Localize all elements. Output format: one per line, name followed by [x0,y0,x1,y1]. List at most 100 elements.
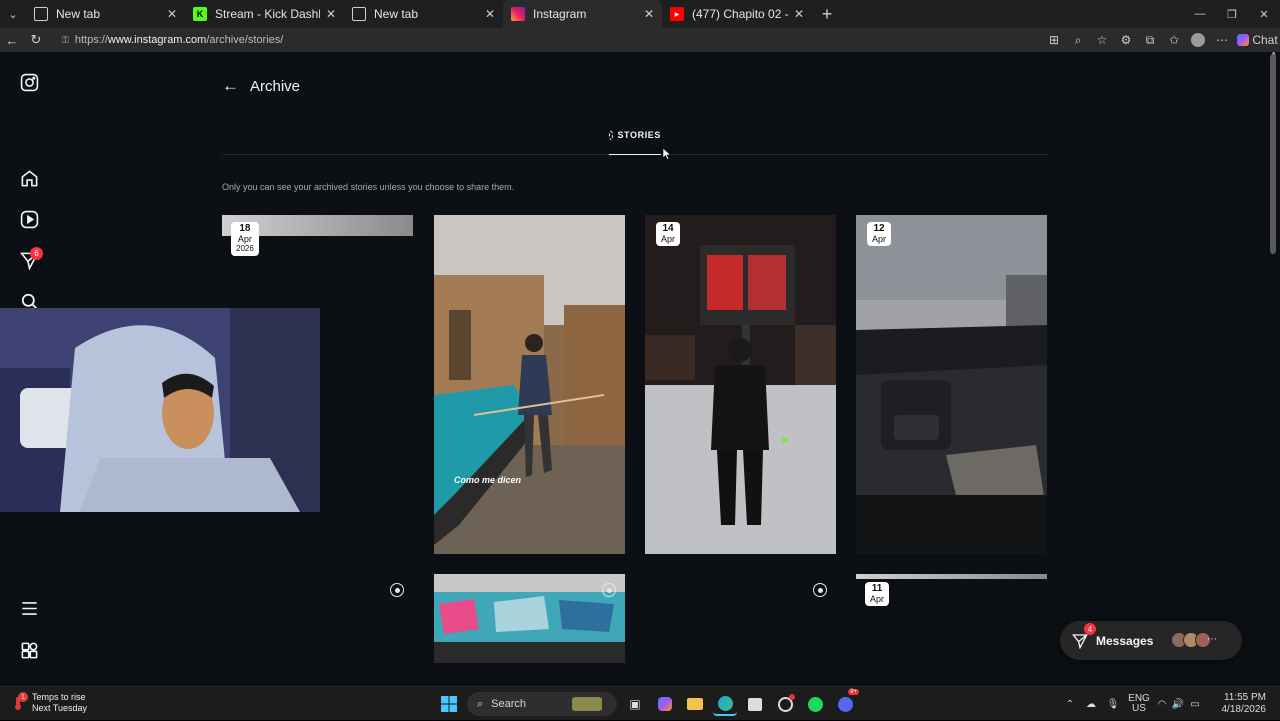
refresh-icon[interactable]: ↻ [24,28,48,52]
language-indicator[interactable]: ENG US [1124,694,1154,714]
tab-youtube[interactable]: ▶ (477) Chapito 02 - LO LOGRE (Vid ✕ [662,0,812,28]
discord-icon[interactable]: 9+ [833,689,859,716]
spotify-icon[interactable] [803,692,827,716]
task-view-icon[interactable]: ▣ [623,692,647,716]
copilot-chat-button[interactable]: Chat [1234,28,1280,52]
page-scrollbar[interactable] [1270,54,1276,254]
story-loading-icon [390,583,404,597]
close-tab-icon[interactable]: ✕ [644,7,654,21]
close-tab-icon[interactable]: ✕ [485,7,495,21]
copilot-icon [1237,34,1249,46]
also-from-meta-icon[interactable] [17,638,41,662]
story-tile[interactable] [856,574,1047,579]
clock-time: 11:55 PM [1223,692,1266,703]
instagram-icon [511,7,525,21]
minimize-icon[interactable]: — [1184,0,1216,28]
profile-avatar-icon[interactable] [1186,28,1210,52]
chat-label: Chat [1252,33,1278,47]
story-loading-icon [602,583,616,597]
show-hidden-icons-icon[interactable]: ⌃ [1060,699,1080,710]
tab-new-tab-2[interactable]: New tab ✕ [344,0,503,28]
story-day: 18 [239,223,251,234]
direct-message-icon [1072,633,1088,649]
more-menu-icon[interactable] [17,596,41,620]
story-date-badge: 11 Apr [865,582,890,606]
site-info-icon[interactable]: ⚿ [62,35,69,46]
story-tile[interactable]: 12 Apr [856,215,1047,554]
tab-kick-dashboard[interactable]: K Stream - Kick Dashboard ✕ [185,0,344,28]
tab-title: Stream - Kick Dashboard [215,7,320,21]
microsoft-store-icon[interactable] [743,692,767,716]
onedrive-icon[interactable]: ☁ [1080,699,1102,710]
taskbar-search[interactable]: ⌕ Search [467,692,617,716]
story-day: 11 [871,583,883,594]
volume-icon[interactable]: 🔊 [1170,699,1186,710]
taskbar-search-label: Search [491,698,527,710]
wifi-icon[interactable]: ◠ [1154,699,1170,710]
favorites-icon[interactable]: ✩ [1162,28,1186,52]
battery-icon[interactable]: ▭ [1186,699,1204,710]
weather-icon: 1 [10,692,28,711]
microphone-icon[interactable]: 🎙 [1102,699,1124,710]
story-date-badge: 14 Apr [656,222,681,246]
story-loading-icon [813,583,827,597]
start-windows-icon[interactable] [437,692,461,716]
discord-badge: 9+ [848,689,859,695]
close-window-icon[interactable]: ✕ [1248,0,1280,28]
browser-tab-strip: ⌄ New tab ✕ K Stream - Kick Dashboard ✕ … [0,0,1280,28]
page-icon [352,7,366,21]
extensions-icon[interactable]: ⚙ [1114,28,1138,52]
story-thumbnail-car-interior [856,215,1047,554]
close-tab-icon[interactable]: ✕ [326,7,336,21]
tab-instagram[interactable]: Instagram ✕ [503,0,662,28]
notifications-badge: 6 [30,247,43,260]
more-menu-icon[interactable]: ⋯ [1210,28,1234,52]
address-bar[interactable]: ⚿ https://www.instagram.com/archive/stor… [54,30,1054,50]
search-highlight-icon [572,697,603,711]
page-icon [34,7,48,21]
messages-button[interactable]: 4 Messages ⋯ [1060,621,1242,660]
tab-title: New tab [56,7,101,21]
archive-tabs: STORIES [222,124,1048,155]
youtube-icon: ▶ [670,7,684,21]
story-month: Apr [237,234,252,244]
story-month: Apr [661,234,676,244]
new-tab-button[interactable]: + [812,0,842,28]
messages-label: Messages [1096,633,1154,648]
close-tab-icon[interactable]: ✕ [167,7,177,21]
tab-actions-menu-icon[interactable]: ⌄ [0,0,26,28]
story-month: Apr [872,234,887,244]
home-icon[interactable] [17,166,41,190]
tab-new-tab-1[interactable]: New tab ✕ [26,0,185,28]
story-date-badge: 18 Apr 2026 [231,222,259,256]
mouse-cursor-icon [663,148,671,160]
split-screen-icon[interactable]: ⧉ [1138,28,1162,52]
file-explorer-icon[interactable] [683,692,707,716]
story-tile[interactable]: Como me dicen [434,215,625,554]
window-controls: — ❐ ✕ [1184,0,1280,28]
story-tile[interactable]: 14 Apr [645,215,836,554]
instagram-logo-icon[interactable] [17,70,41,94]
story-day: 14 [662,223,674,234]
reels-icon[interactable] [17,207,41,231]
webcam-video [0,308,320,512]
tab-stories[interactable]: STORIES [609,124,661,155]
back-arrow-icon[interactable]: ← [222,76,240,96]
taskbar-clock[interactable]: 11:55 PM 4/18/2026 [1204,692,1267,716]
story-tile[interactable] [434,574,625,663]
restore-icon[interactable]: ❐ [1216,0,1248,28]
close-tab-icon[interactable]: ✕ [794,7,804,21]
story-day: 12 [873,223,885,234]
tab-title: New tab [374,7,419,21]
app-available-icon[interactable]: ⊞ [1042,28,1066,52]
story-thumbnail-graffiti [434,574,625,663]
back-icon[interactable]: ← [0,28,24,52]
weather-widget[interactable]: 1 Temps to rise Next Tuesday [10,692,87,714]
weather-title: Temps to rise [32,692,86,702]
obs-icon[interactable] [773,692,797,716]
edge-browser-icon[interactable] [713,692,737,716]
favorite-star-icon[interactable]: ☆ [1090,28,1114,52]
copilot-app-icon[interactable] [653,692,677,716]
zoom-icon[interactable]: ⌕ [1066,28,1090,52]
instagram-archive-page: 6 ← Archive STORIES Only you can see you… [0,52,1280,686]
